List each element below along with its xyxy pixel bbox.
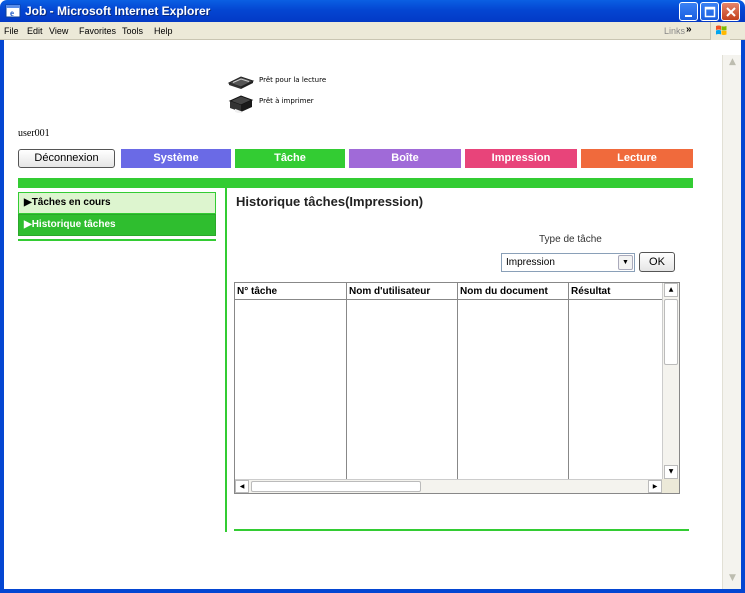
scroll-right-icon[interactable]: ▶ xyxy=(648,480,662,493)
scroll-down-icon[interactable]: ▼ xyxy=(725,571,740,586)
browser-scrollbar[interactable]: ▲ ▼ xyxy=(722,55,741,589)
scroll-down-icon[interactable]: ▼ xyxy=(664,465,678,479)
sidebar-item-job-history[interactable]: ▶Historique tâches xyxy=(18,214,216,236)
tab-box[interactable]: Boîte xyxy=(349,149,461,168)
window-border-left xyxy=(0,40,4,593)
links-chevron-icon[interactable]: » xyxy=(686,24,692,35)
tab-system[interactable]: Système xyxy=(121,149,231,168)
scroll-left-icon[interactable]: ◀ xyxy=(235,480,249,493)
page-title: Historique tâches(Impression) xyxy=(236,194,424,209)
links-label[interactable]: Links xyxy=(664,26,685,36)
title-bar: e Job - Microsoft Internet Explorer xyxy=(0,0,745,22)
tab-underline-bar xyxy=(18,178,693,188)
table-header: N° tâche Nom d'utilisateur Nom du docume… xyxy=(235,283,662,300)
scanner-status-text: Prêt pour la lecture xyxy=(259,76,327,84)
column-header-result[interactable]: Résultat xyxy=(569,283,662,300)
scroll-up-icon[interactable]: ▲ xyxy=(725,55,740,70)
menu-view[interactable]: View xyxy=(49,26,68,36)
printer-icon xyxy=(228,95,254,113)
column-header-document-name[interactable]: Nom du document xyxy=(458,283,569,300)
job-type-label: Type de tâche xyxy=(539,234,602,245)
menu-tools[interactable]: Tools xyxy=(122,26,143,36)
scrollbar-corner xyxy=(662,479,679,493)
column-divider xyxy=(568,283,569,479)
window-border-right xyxy=(741,40,745,593)
svg-text:e: e xyxy=(10,8,14,18)
tab-print[interactable]: Impression xyxy=(465,149,577,168)
column-header-user-name[interactable]: Nom d'utilisateur xyxy=(347,283,458,300)
chevron-down-icon[interactable]: ▼ xyxy=(618,255,633,270)
column-divider xyxy=(457,283,458,479)
windows-logo-icon xyxy=(710,22,730,40)
job-type-selected-value: Impression xyxy=(506,257,555,268)
maximize-icon xyxy=(704,6,716,18)
logout-button[interactable]: Déconnexion xyxy=(18,149,115,168)
content-bottom-divider xyxy=(234,529,689,531)
scroll-thumb[interactable] xyxy=(664,299,678,365)
column-header-job-number[interactable]: N° tâche xyxy=(235,283,347,300)
table-vertical-scrollbar[interactable]: ▲ ▼ xyxy=(662,283,679,479)
scanner-icon xyxy=(227,76,255,89)
menu-edit[interactable]: Edit xyxy=(27,26,43,36)
ok-button[interactable]: OK xyxy=(639,252,675,272)
minimize-button[interactable] xyxy=(679,2,698,21)
internet-explorer-icon: e xyxy=(5,4,21,18)
menu-favorites[interactable]: Favorites xyxy=(79,26,116,36)
table-horizontal-scrollbar[interactable]: ◀ ▶ xyxy=(235,479,662,493)
close-button[interactable] xyxy=(721,2,740,21)
menu-bar: File Edit View Favorites Tools Help Link… xyxy=(0,22,745,40)
sidebar-item-current-jobs[interactable]: ▶Tâches en cours xyxy=(18,192,216,214)
scroll-up-icon[interactable]: ▲ xyxy=(664,283,678,297)
minimize-icon xyxy=(685,15,692,17)
maximize-button[interactable] xyxy=(700,2,719,21)
sidebar-divider xyxy=(18,239,216,241)
close-icon xyxy=(726,7,736,17)
job-history-table: N° tâche Nom d'utilisateur Nom du docume… xyxy=(234,282,680,494)
user-name: user001 xyxy=(18,128,50,139)
menu-help[interactable]: Help xyxy=(154,26,173,36)
column-divider xyxy=(346,283,347,479)
tab-scan[interactable]: Lecture xyxy=(581,149,693,168)
job-type-select[interactable]: Impression ▼ xyxy=(501,253,635,272)
printer-status-text: Prêt à imprimer xyxy=(259,97,314,105)
scroll-thumb[interactable] xyxy=(251,481,421,492)
content-divider xyxy=(225,188,227,532)
tab-job[interactable]: Tâche xyxy=(235,149,345,168)
menu-file[interactable]: File xyxy=(4,26,19,36)
window-title: Job - Microsoft Internet Explorer xyxy=(25,4,211,18)
window-border-bottom xyxy=(0,589,745,593)
